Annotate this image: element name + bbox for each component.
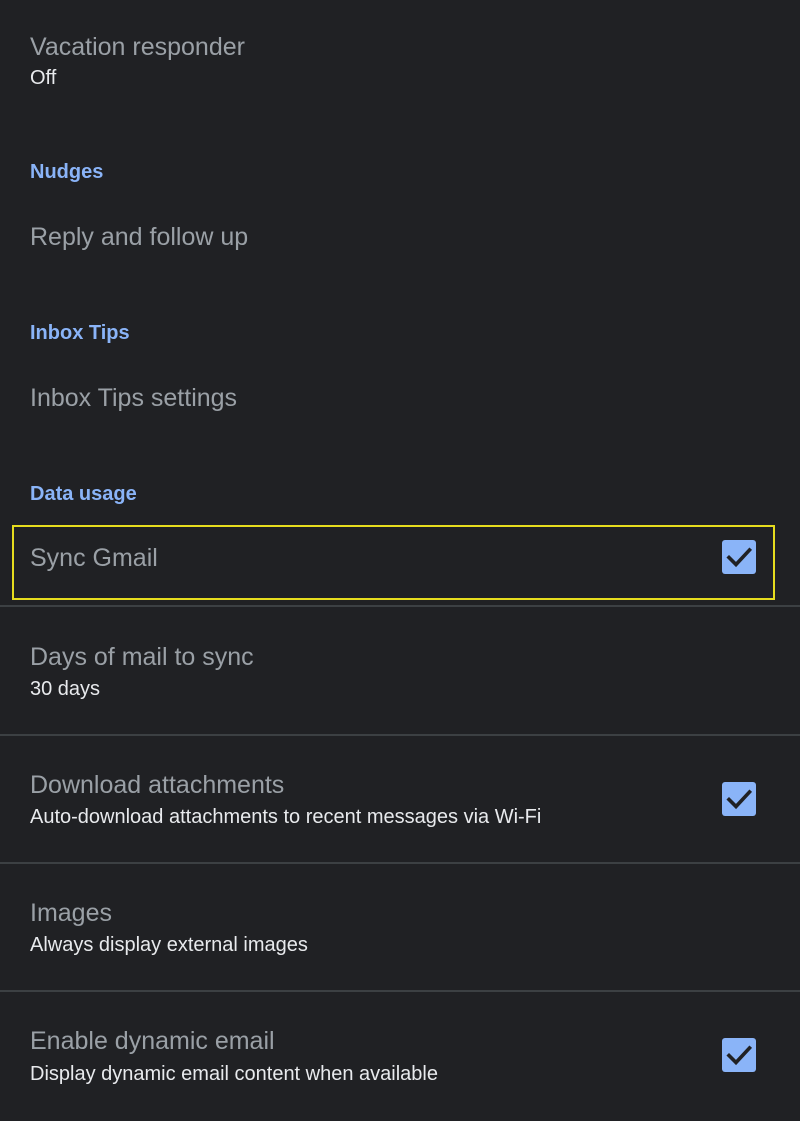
setting-title: Reply and follow up: [30, 223, 249, 251]
setting-title: Images: [30, 899, 112, 927]
setting-value: Off: [30, 67, 57, 89]
setting-title: Enable dynamic email: [30, 1027, 275, 1055]
setting-title: Download attachments: [30, 771, 285, 799]
setting-vacation-responder[interactable]: Vacation responder Off: [0, 20, 800, 100]
setting-value: 30 days: [30, 678, 101, 700]
setting-download-attachments[interactable]: Download attachments Auto-download attac…: [0, 736, 800, 862]
setting-reply-follow-up[interactable]: Reply and follow up: [0, 210, 800, 266]
download-attachments-checkbox[interactable]: [722, 782, 756, 816]
setting-title: Days of mail to sync: [30, 643, 254, 671]
section-header-inbox-tips: Inbox Tips: [30, 322, 130, 344]
setting-days-to-sync[interactable]: Days of mail to sync 30 days: [0, 607, 800, 734]
setting-subtitle: Always display external images: [30, 934, 308, 956]
section-header-nudges: Nudges: [30, 161, 104, 183]
setting-title: Inbox Tips settings: [30, 384, 238, 412]
section-header-data-usage: Data usage: [30, 483, 137, 505]
setting-inbox-tips[interactable]: Inbox Tips settings: [0, 371, 800, 427]
check-icon: [726, 1045, 753, 1066]
setting-subtitle: Display dynamic email content when avail…: [30, 1063, 438, 1085]
setting-images[interactable]: Images Always display external images: [0, 864, 800, 990]
dynamic-email-checkbox[interactable]: [722, 1038, 756, 1072]
highlight-box: [12, 525, 775, 600]
setting-dynamic-email[interactable]: Enable dynamic email Display dynamic ema…: [0, 992, 800, 1121]
setting-title: Vacation responder: [30, 33, 245, 61]
setting-subtitle: Auto-download attachments to recent mess…: [30, 806, 542, 828]
check-icon: [726, 789, 753, 810]
